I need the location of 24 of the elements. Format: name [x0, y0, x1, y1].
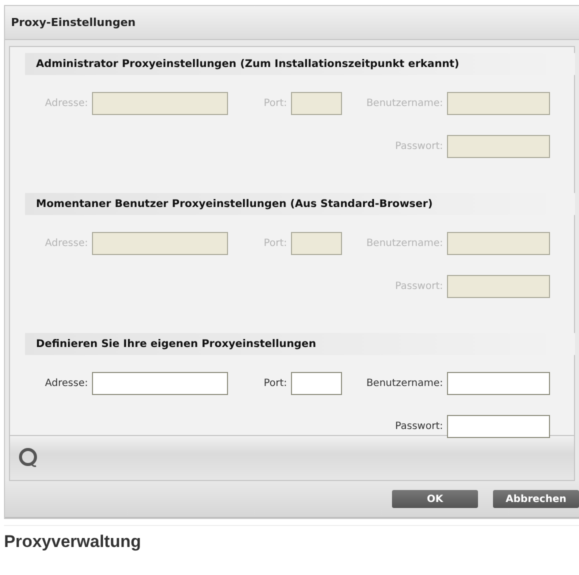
field-label: Adresse: [44, 238, 89, 249]
field-label: Passwort: [394, 281, 444, 292]
field-label: Benutzername: [365, 238, 444, 249]
field-label: Passwort: [394, 141, 444, 152]
field-label: Passwort: [394, 421, 444, 432]
field-label: Port: [262, 238, 288, 249]
dialog-title: Proxy-Einstellungen [5, 6, 579, 40]
field-label: Benutzername: [365, 98, 444, 109]
field-label: Port: [262, 378, 288, 389]
input-field[interactable] [291, 372, 342, 395]
field-label: Adresse: [44, 98, 89, 109]
section-header: Momentaner Benutzer Proxyeinstellungen (Aus Standard-Browser) [25, 193, 575, 215]
input-field[interactable] [92, 372, 228, 395]
field-label: Benutzername: [365, 378, 444, 389]
input-field[interactable] [447, 372, 550, 395]
ok-button[interactable]: OK [392, 490, 478, 508]
section-header: Definieren Sie Ihre eigenen Proxyeinstellungen [25, 333, 575, 355]
page-heading: Proxyverwaltung [4, 525, 579, 552]
field-label: Port: [262, 98, 288, 109]
field-label: Adresse: [44, 378, 89, 389]
input-field[interactable] [447, 415, 550, 438]
cancel-button[interactable]: Abbrechen [493, 490, 579, 508]
logo-icon [18, 447, 40, 469]
section-header: Administrator Proxyeinstellungen (Zum Installationszeitpunkt erkannt) [25, 53, 575, 75]
